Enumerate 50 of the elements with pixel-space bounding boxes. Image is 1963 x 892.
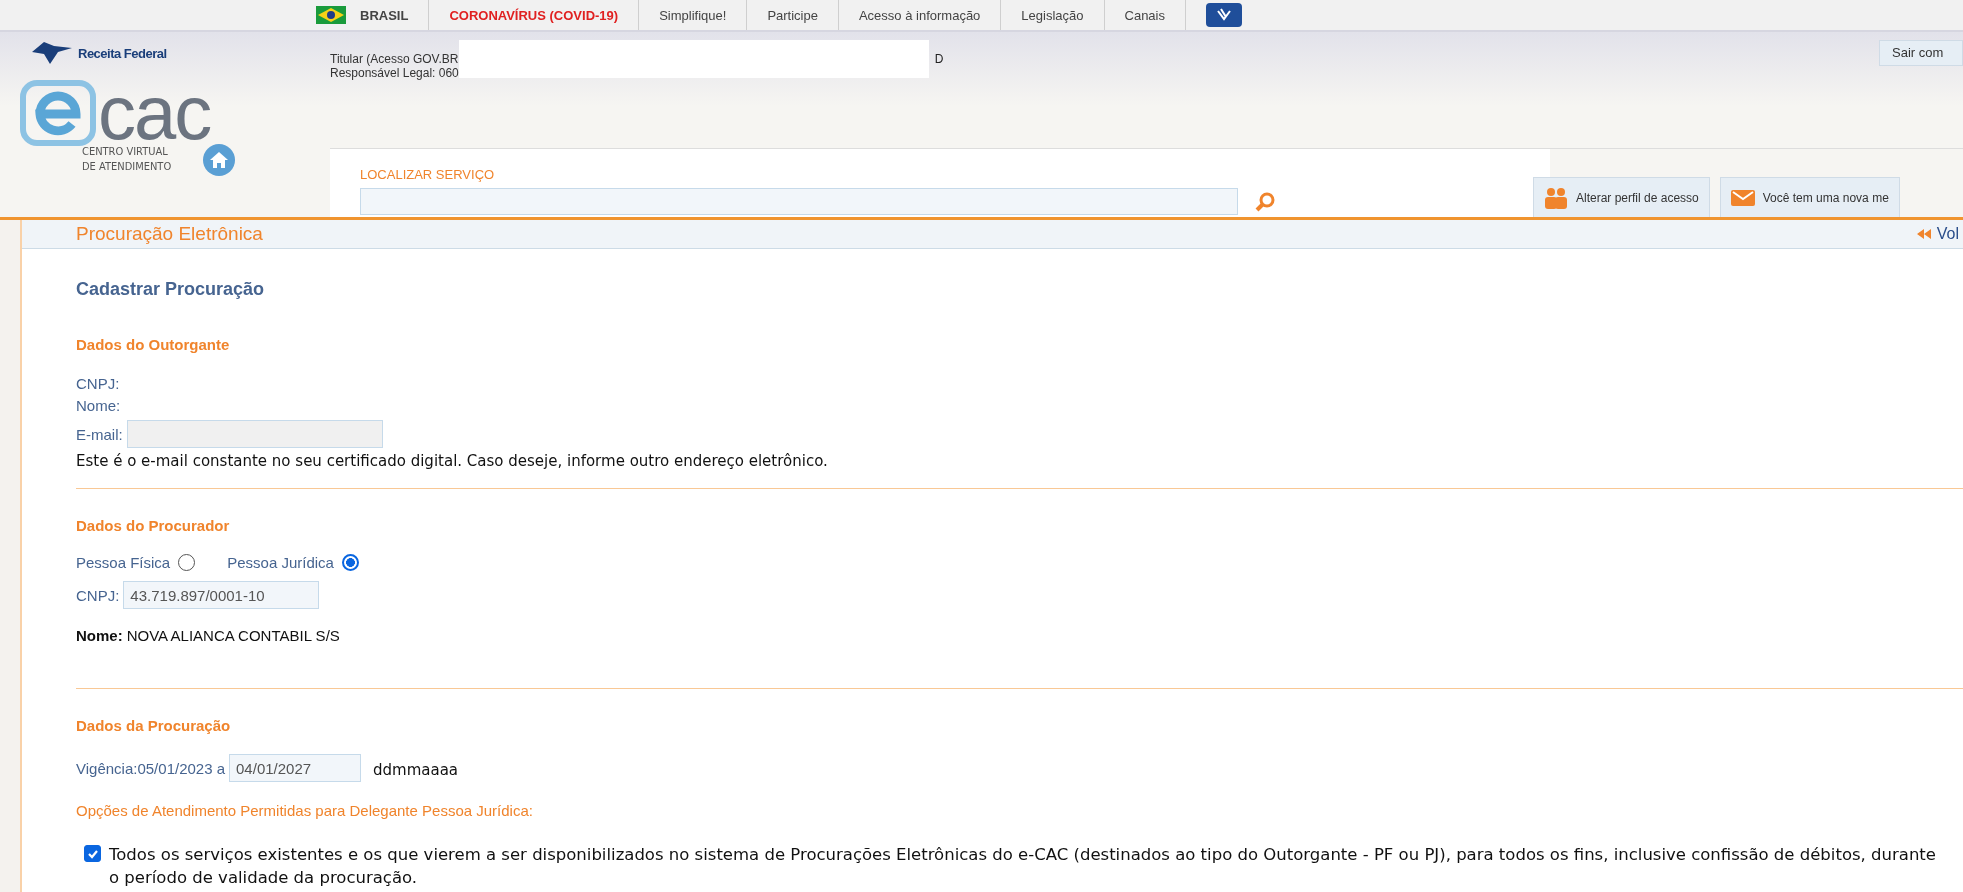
e-logo-icon	[20, 80, 96, 146]
field-label: Nome:	[76, 627, 123, 644]
search-icon[interactable]	[1254, 190, 1276, 213]
nav-link[interactable]: CORONAVÍRUS (COVID-19)	[449, 7, 619, 23]
field-label: E-mail:	[76, 425, 123, 443]
panel-title: Procuração Eletrônica	[76, 223, 263, 245]
envelope-icon	[1730, 187, 1755, 208]
sign-language-icon[interactable]	[1206, 3, 1242, 27]
user-info: Titular (Acesso GOV.BR	[330, 52, 459, 66]
field-value: NOVA ALIANCA CONTABIL S/S	[126, 627, 340, 644]
options-title: Opções de Atendimento Permitidas para Delegante Pessoa Jurídica:	[76, 802, 534, 819]
field-label: CNPJ:	[76, 586, 120, 604]
nav-link[interactable]: BRASIL	[360, 7, 409, 23]
user-info: D	[934, 51, 944, 66]
hint-text: Este é o e-mail constante no seu certificado digital. Caso deseje, informe outro endereço eletrônico.	[76, 452, 829, 470]
search-label: LOCALIZAR SERVIÇO	[360, 167, 496, 182]
radio-button[interactable]	[341, 554, 359, 571]
field-label: Nome:	[76, 396, 122, 416]
nav-link[interactable]: Acesso à informação	[858, 7, 981, 23]
people-icon	[1544, 186, 1568, 209]
logo-caption: CENTRO VIRTUAL	[82, 144, 169, 159]
home-icon[interactable]	[201, 142, 238, 178]
header-button[interactable]: Alterar perfil de acesso	[1533, 177, 1710, 217]
flag-icon	[316, 6, 346, 24]
nav-link[interactable]: Participe	[767, 7, 818, 23]
date-field[interactable]: 04/01/2027	[229, 754, 362, 782]
nav-link[interactable]: Canais	[1124, 7, 1165, 23]
option-text: Todos os serviços existentes e os que vierem a ser disponibilizados no sistema de Procurações Eletrônicas do e-CAC (destinados ao tipo do Outorgante - PF ou PJ), para todos os fins, inclusive confissão de débitos, durante o período de validade da procuração.	[109, 844, 1937, 889]
double-arrow-icon	[1916, 229, 1931, 239]
back-link[interactable]: Vol	[1916, 225, 1963, 243]
nav-link[interactable]: Legislação	[1021, 7, 1084, 23]
logo-caption: DE ATENDIMENTO	[82, 159, 172, 174]
section-title: Dados do Outorgante	[76, 336, 231, 353]
search-field[interactable]	[360, 188, 1238, 215]
field-label: CNPJ:	[76, 374, 121, 394]
header-button[interactable]: Você tem uma nova me	[1719, 177, 1900, 217]
section-title: Dados do Procurador	[76, 517, 231, 534]
nav-link[interactable]: Simplifique!	[659, 7, 727, 23]
date-format-hint: ddmmaaaa	[373, 761, 459, 779]
field-label: Vigência:05/01/2023 a	[76, 759, 226, 777]
cnpj-field[interactable]: 43.719.897/0001-10	[123, 581, 320, 609]
radio-label: Pessoa Física	[76, 554, 171, 571]
brand-name: Receita Federal	[78, 45, 167, 61]
user-info: Responsável Legal: 060	[330, 66, 459, 80]
page-heading: Cadastrar Procuração	[76, 279, 266, 300]
checkbox[interactable]	[84, 845, 101, 862]
section-title: Dados da Procuração	[76, 717, 232, 734]
radio-label: Pessoa Jurídica	[227, 554, 334, 571]
logo-text: cac	[98, 80, 211, 146]
logout-button[interactable]: Sair com	[1879, 40, 1963, 66]
